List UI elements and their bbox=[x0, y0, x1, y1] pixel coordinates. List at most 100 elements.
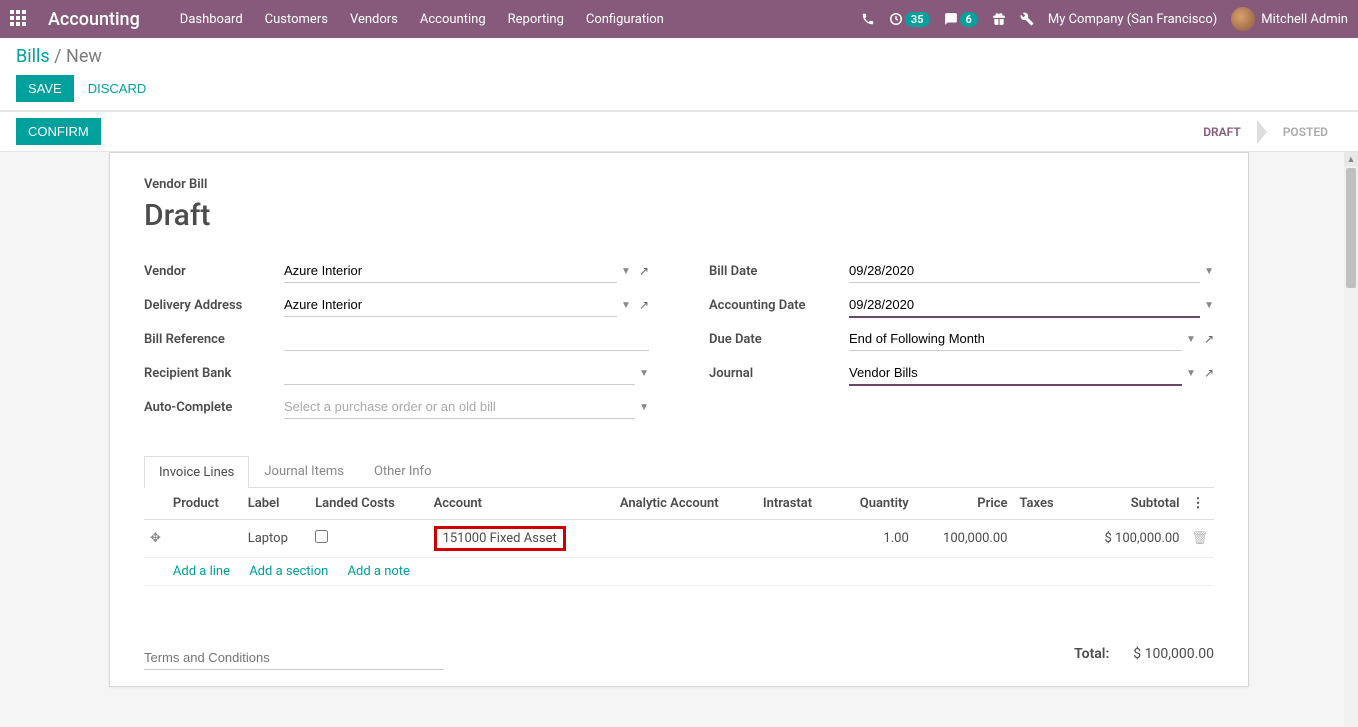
scroll-up-icon[interactable]: ▲ bbox=[1344, 152, 1358, 166]
form-col-left: Vendor ▼ ↗ Delivery Address ▼ ↗ bbox=[144, 257, 649, 427]
menu-reporting[interactable]: Reporting bbox=[508, 12, 564, 27]
terms-field[interactable] bbox=[144, 646, 444, 670]
col-price: Price bbox=[915, 488, 1014, 520]
status-stages: DRAFT POSTED bbox=[1189, 120, 1342, 144]
activity-icon[interactable]: 35 bbox=[889, 12, 930, 27]
main-menu: Dashboard Customers Vendors Accounting R… bbox=[180, 12, 861, 27]
chevron-down-icon[interactable]: ▼ bbox=[639, 368, 649, 379]
menu-customers[interactable]: Customers bbox=[265, 12, 328, 27]
col-intrastat: Intrastat bbox=[757, 488, 836, 520]
activity-badge: 35 bbox=[905, 12, 930, 27]
chat-badge: 6 bbox=[960, 12, 978, 27]
journal-field[interactable] bbox=[849, 361, 1182, 386]
cell-analytic[interactable] bbox=[614, 520, 757, 558]
user-menu[interactable]: Mitchell Admin bbox=[1231, 7, 1348, 31]
billref-field[interactable] bbox=[284, 327, 649, 351]
breadcrumb-current: New bbox=[66, 46, 102, 67]
vendor-label: Vendor bbox=[144, 264, 284, 279]
content: Vendor Bill Draft Vendor ▼ ↗ Delivery Ad… bbox=[0, 152, 1358, 727]
cell-account[interactable]: 151000 Fixed Asset bbox=[428, 520, 614, 558]
breadcrumb-parent[interactable]: Bills bbox=[16, 46, 50, 67]
col-landed: Landed Costs bbox=[309, 488, 427, 520]
cell-landed-checkbox[interactable] bbox=[315, 530, 328, 543]
add-line-link[interactable]: Add a line bbox=[173, 564, 230, 579]
vendor-field[interactable] bbox=[284, 259, 617, 283]
tools-icon[interactable] bbox=[1020, 12, 1034, 26]
scroll-thumb[interactable] bbox=[1346, 168, 1356, 288]
bank-field[interactable] bbox=[284, 361, 635, 385]
discard-button[interactable]: DISCARD bbox=[88, 81, 147, 96]
stage-draft[interactable]: DRAFT bbox=[1189, 121, 1255, 143]
cell-product[interactable] bbox=[167, 520, 242, 558]
form-col-right: Bill Date ▼ Accounting Date ▼ Due Date bbox=[709, 257, 1214, 427]
autocomplete-label: Auto-Complete bbox=[144, 400, 284, 415]
total-value: $ 100,000.00 bbox=[1133, 646, 1214, 662]
top-nav: Accounting Dashboard Customers Vendors A… bbox=[0, 0, 1358, 38]
journal-label: Journal bbox=[709, 366, 849, 381]
duedate-field[interactable] bbox=[849, 327, 1182, 351]
tabs: Invoice Lines Journal Items Other Info bbox=[144, 455, 1214, 488]
tab-journal-items[interactable]: Journal Items bbox=[249, 455, 359, 487]
billref-label: Bill Reference bbox=[144, 332, 284, 347]
stage-posted[interactable]: POSTED bbox=[1269, 121, 1342, 143]
menu-vendors[interactable]: Vendors bbox=[350, 12, 398, 27]
delete-row-icon[interactable]: 🗑 bbox=[1185, 520, 1214, 558]
drag-handle-icon[interactable]: ✥ bbox=[144, 520, 167, 558]
add-note-link[interactable]: Add a note bbox=[348, 564, 410, 579]
status-bar: CONFIRM DRAFT POSTED bbox=[0, 111, 1358, 152]
invoice-lines-table: Product Label Landed Costs Account Analy… bbox=[144, 488, 1214, 586]
chevron-down-icon[interactable]: ▼ bbox=[1186, 334, 1196, 345]
delivery-field[interactable] bbox=[284, 293, 617, 317]
chevron-down-icon[interactable]: ▼ bbox=[621, 266, 631, 277]
column-options-icon[interactable]: ⋮ bbox=[1185, 488, 1214, 520]
company-selector[interactable]: My Company (San Francisco) bbox=[1048, 12, 1217, 27]
save-button[interactable]: SAVE bbox=[16, 75, 74, 102]
cell-label[interactable]: Laptop bbox=[242, 520, 309, 558]
menu-dashboard[interactable]: Dashboard bbox=[180, 12, 243, 27]
scrollbar[interactable]: ▲ bbox=[1344, 152, 1358, 727]
chevron-down-icon[interactable]: ▼ bbox=[639, 402, 649, 413]
apps-icon[interactable] bbox=[10, 10, 28, 28]
tab-invoice-lines[interactable]: Invoice Lines bbox=[144, 456, 249, 488]
cell-subtotal: $ 100,000.00 bbox=[1073, 520, 1185, 558]
external-link-icon[interactable]: ↗ bbox=[639, 264, 649, 278]
subheader: Bills / New SAVE DISCARD bbox=[0, 38, 1358, 111]
cell-price[interactable]: 100,000.00 bbox=[915, 520, 1014, 558]
avatar bbox=[1231, 7, 1255, 31]
chevron-down-icon[interactable]: ▼ bbox=[1204, 266, 1214, 277]
chat-icon[interactable]: 6 bbox=[944, 12, 978, 27]
table-row[interactable]: ✥ Laptop 151000 Fixed Asset 1.00 100,000… bbox=[144, 520, 1214, 558]
external-link-icon[interactable]: ↗ bbox=[1204, 332, 1214, 346]
form-sheet: Vendor Bill Draft Vendor ▼ ↗ Delivery Ad… bbox=[109, 152, 1249, 687]
chevron-down-icon[interactable]: ▼ bbox=[1204, 300, 1214, 311]
form-grid: Vendor ▼ ↗ Delivery Address ▼ ↗ bbox=[144, 257, 1214, 427]
menu-configuration[interactable]: Configuration bbox=[586, 12, 664, 27]
topnav-right: 35 6 My Company (San Francisco) Mitchell… bbox=[861, 7, 1348, 31]
col-analytic: Analytic Account bbox=[614, 488, 757, 520]
cell-taxes[interactable] bbox=[1013, 520, 1073, 558]
phone-icon[interactable] bbox=[861, 12, 875, 26]
autocomplete-field[interactable] bbox=[284, 395, 635, 419]
tab-other-info[interactable]: Other Info bbox=[359, 455, 447, 487]
cell-qty[interactable]: 1.00 bbox=[836, 520, 915, 558]
external-link-icon[interactable]: ↗ bbox=[1204, 366, 1214, 380]
total-label: Total: bbox=[1074, 646, 1109, 662]
accdate-field[interactable] bbox=[849, 293, 1200, 318]
col-qty: Quantity bbox=[836, 488, 915, 520]
add-section-link[interactable]: Add a section bbox=[249, 564, 328, 579]
delivery-label: Delivery Address bbox=[144, 298, 284, 313]
duedate-label: Due Date bbox=[709, 332, 849, 347]
billdate-field[interactable] bbox=[849, 259, 1200, 283]
app-brand[interactable]: Accounting bbox=[48, 9, 140, 30]
action-buttons: SAVE DISCARD bbox=[16, 75, 1342, 102]
menu-accounting[interactable]: Accounting bbox=[420, 12, 486, 27]
gift-icon[interactable] bbox=[992, 12, 1006, 26]
bank-label: Recipient Bank bbox=[144, 366, 284, 381]
chevron-down-icon[interactable]: ▼ bbox=[621, 300, 631, 311]
breadcrumb: Bills / New bbox=[16, 46, 1342, 67]
chevron-down-icon[interactable]: ▼ bbox=[1186, 368, 1196, 379]
cell-intrastat[interactable] bbox=[757, 520, 836, 558]
col-taxes: Taxes bbox=[1013, 488, 1073, 520]
confirm-button[interactable]: CONFIRM bbox=[16, 118, 101, 145]
external-link-icon[interactable]: ↗ bbox=[639, 298, 649, 312]
